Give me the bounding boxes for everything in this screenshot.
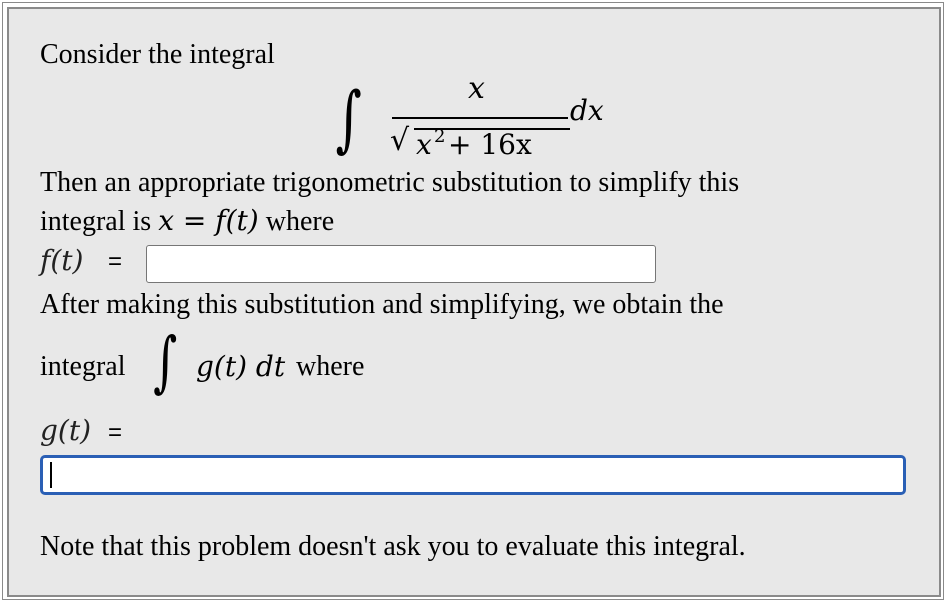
substitution-prefix: integral is xyxy=(40,206,159,237)
differential: dx xyxy=(570,94,604,127)
intro-text: Consider the integral xyxy=(40,39,275,70)
g-equals: = xyxy=(108,419,123,446)
substitution-suffix: where xyxy=(258,206,335,237)
integral-sign: ∫ xyxy=(335,76,362,160)
substitution-math: x = f(t) xyxy=(158,204,259,237)
after-integral-math: g(t) dt xyxy=(196,350,286,383)
substitution-line-1: Then an appropriate trigonometric substi… xyxy=(40,167,740,198)
fraction-bar xyxy=(392,117,568,119)
f-equals: = xyxy=(108,248,123,275)
sqrt-symbol: √ xyxy=(390,123,410,158)
integral-numerator: x xyxy=(468,71,485,106)
text-caret xyxy=(50,462,52,488)
note-text: Note that this problem doesn't ask you t… xyxy=(40,531,746,562)
g-label: g(t) xyxy=(40,414,92,447)
denominator-rest: + 16x xyxy=(448,128,532,161)
substitution-line-2: integral is x = f(t) where xyxy=(40,204,334,239)
after-line-1: After making this substitution and simpl… xyxy=(40,289,724,320)
g-answer-input[interactable] xyxy=(40,455,906,495)
after-integral-suffix: where xyxy=(296,351,365,382)
after-integral-prefix: integral xyxy=(40,351,126,382)
f-label: f(t) xyxy=(40,244,84,277)
denominator-base: x xyxy=(416,128,432,161)
f-answer-input[interactable] xyxy=(146,245,656,283)
inner-integral-sign: ∫ xyxy=(153,323,178,400)
denominator-exponent: 2 xyxy=(434,126,446,147)
